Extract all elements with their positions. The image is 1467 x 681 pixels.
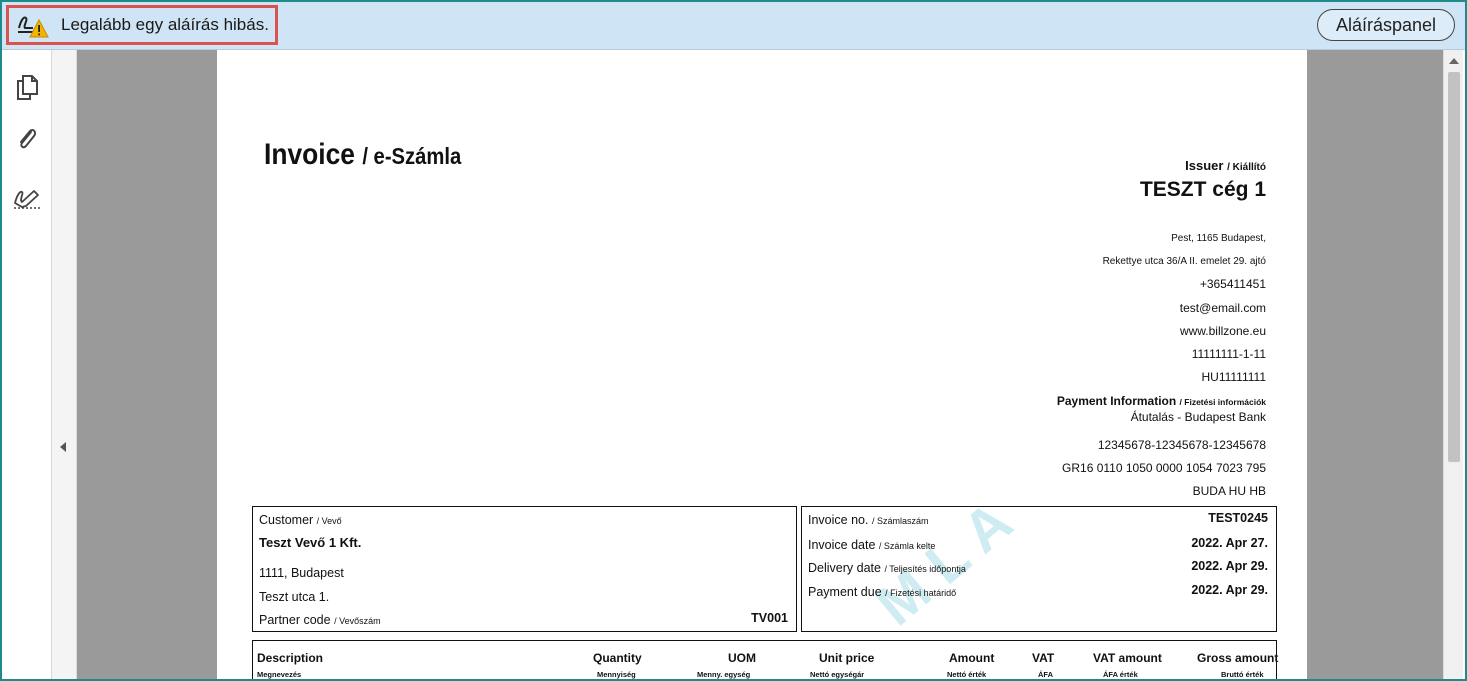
invoice-no-label-sub: / Számlaszám	[871, 516, 929, 526]
column-subheader-vat: ÁFA	[1038, 670, 1053, 679]
issuer-name: TESZT cég 1	[1139, 178, 1266, 201]
customer-box: Customer / Vevő Teszt Vevő 1 Kft. 1111, …	[252, 506, 797, 632]
delivery-date-value: 2022. Apr 29.	[1191, 559, 1268, 573]
invoice-title: Invoice / e-Számla	[264, 138, 461, 172]
issuer-label-sub: / Kiállító	[1227, 162, 1266, 173]
invoice-details-box: Invoice no. / Számlaszám TEST0245 Invoic…	[801, 506, 1277, 632]
left-toolbar	[2, 50, 52, 679]
customer-label-sub: / Vevő	[316, 516, 342, 526]
payment-due-label: Payment due / Fizetési határidő	[808, 585, 956, 599]
invoice-title-sub: / e-Számla	[362, 143, 462, 169]
line-items-table: Description Quantity UOM Unit price Amou…	[252, 640, 1279, 679]
vertical-scrollbar[interactable]	[1443, 50, 1463, 679]
invoice-date-label-main: Invoice date	[808, 538, 876, 552]
bank-account: 12345678-12345678-12345678	[1097, 438, 1266, 452]
scroll-up-icon[interactable]	[1449, 58, 1459, 64]
payment-due-value: 2022. Apr 29.	[1191, 583, 1268, 597]
column-header-quantity: Quantity	[593, 651, 642, 665]
invoice-page: Invoice / e-Számla Issuer / Kiállító TES…	[217, 50, 1307, 679]
payment-info-label: Payment Information / Fizetési informáci…	[1057, 394, 1266, 408]
signature-warning-icon	[15, 10, 49, 40]
invoice-date-value: 2022. Apr 27.	[1191, 536, 1268, 550]
signature-warning[interactable]: Legalább egy aláírás hibás.	[6, 5, 278, 45]
issuer-eu-tax-id: HU11111111	[1201, 370, 1267, 384]
column-subheader-amount: Nettó érték	[947, 670, 987, 679]
issuer-tax-id: 11111111-1-11	[1191, 347, 1266, 361]
delivery-date-label: Delivery date / Teljesítés időpontja	[808, 561, 966, 575]
column-header-description: Description	[257, 651, 324, 665]
delivery-date-label-main: Delivery date	[808, 561, 881, 575]
column-subheader-gross-amount: Bruttó érték	[1221, 670, 1264, 679]
column-subheader-quantity: Mennyiség	[597, 670, 636, 679]
issuer-block: Issuer / Kiállító TESZT cég 1 Pest, 1165…	[846, 158, 1266, 558]
column-header-vat: VAT	[1032, 651, 1055, 665]
column-subheader-unit-price: Nettó egységár	[810, 670, 865, 679]
issuer-address-1: Pest, 1165 Budapest,	[1171, 233, 1266, 244]
issuer-label: Issuer / Kiállító	[846, 158, 1266, 173]
issuer-web: www.billzone.eu	[1179, 324, 1266, 338]
signature-icon[interactable]	[12, 182, 42, 212]
customer-name: Teszt Vevő 1 Kft.	[259, 535, 362, 550]
invoice-date-label: Invoice date / Számla kelte	[808, 538, 935, 552]
partner-code-label-main: Partner code	[259, 613, 331, 627]
column-subheader-vat-amount: ÁFA érték	[1103, 670, 1138, 679]
customer-label: Customer / Vevő	[259, 513, 342, 527]
app-window: Legalább egy aláírás hibás. Aláíráspanel	[0, 0, 1467, 681]
column-header-unit-price: Unit price	[819, 651, 875, 665]
payment-due-label-sub: / Fizetési határidő	[885, 588, 957, 598]
payment-due-label-main: Payment due	[808, 585, 882, 599]
payment-method: Átutalás - Budapest Bank	[1130, 410, 1266, 424]
issuer-phone: +365411451	[1199, 277, 1266, 291]
swift-code: BUDA HU HB	[1192, 484, 1266, 498]
customer-street: Teszt utca 1.	[259, 590, 330, 604]
signature-status-bar: Legalább egy aláírás hibás. Aláíráspanel	[2, 2, 1465, 50]
invoice-title-main: Invoice	[264, 138, 355, 171]
column-header-gross-amount: Gross amount	[1197, 651, 1279, 665]
issuer-address-2: Rekettye utca 36/A II. emelet 29. ajtó	[1102, 256, 1266, 267]
document-viewer[interactable]: Invoice / e-Számla Issuer / Kiállító TES…	[77, 50, 1447, 679]
signature-warning-text: Legalább egy aláírás hibás.	[61, 15, 269, 34]
collapse-arrow-icon[interactable]	[60, 442, 66, 452]
invoice-no-label: Invoice no. / Számlaszám	[808, 513, 928, 527]
column-subheader-uom: Menny. egység	[697, 670, 751, 679]
payment-info-label-sub: / Fizetési információk	[1179, 397, 1266, 407]
column-subheader-description: Megnevezés	[257, 670, 302, 679]
sidebar-collapse-strip[interactable]	[52, 50, 77, 679]
attachment-icon[interactable]	[12, 124, 42, 154]
partner-code-label: Partner code / Vevőszám	[259, 613, 381, 627]
pages-icon[interactable]	[12, 72, 42, 102]
invoice-no-value: TEST0245	[1208, 511, 1268, 525]
customer-label-main: Customer	[259, 513, 314, 527]
scrollbar-thumb[interactable]	[1448, 72, 1460, 462]
column-header-amount: Amount	[949, 651, 995, 665]
delivery-date-label-sub: / Teljesítés időpontja	[884, 564, 966, 574]
iban: GR16 0110 1050 0000 1054 7023 795	[1062, 461, 1266, 475]
issuer-label-main: Issuer	[1185, 158, 1224, 173]
signature-panel-button[interactable]: Aláíráspanel	[1317, 9, 1455, 41]
customer-city: 1111, Budapest	[259, 566, 344, 580]
partner-code-value: TV001	[751, 611, 788, 625]
invoice-no-label-main: Invoice no.	[808, 513, 869, 527]
payment-info-label-main: Payment Information	[1056, 394, 1177, 408]
column-header-vat-amount: VAT amount	[1093, 651, 1162, 665]
column-header-uom: UOM	[728, 651, 756, 665]
partner-code-label-sub: / Vevőszám	[334, 616, 381, 626]
issuer-email: test@email.com	[1179, 301, 1266, 315]
invoice-date-label-sub: / Számla kelte	[878, 541, 936, 551]
